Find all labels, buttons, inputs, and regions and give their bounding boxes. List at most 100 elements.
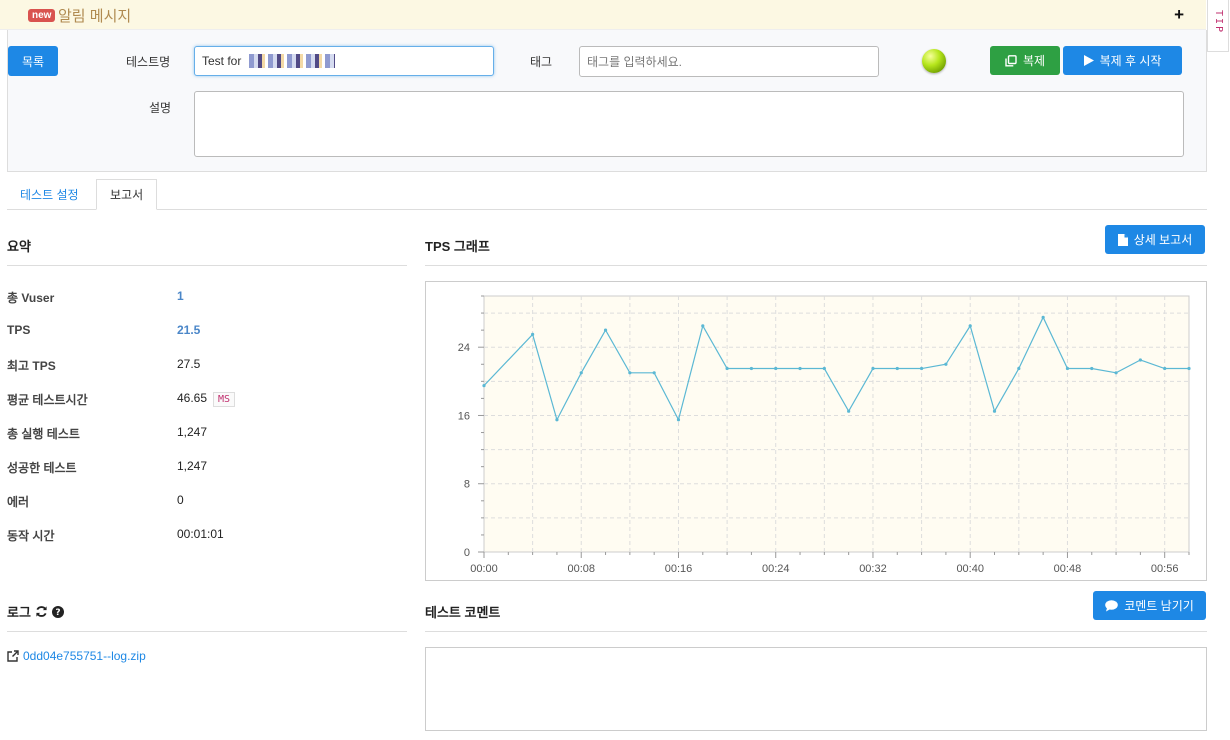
summary-value: 1,247 [177,459,208,473]
redacted-mask [249,54,336,68]
summary-key: TPS [7,323,31,337]
summary-row: 성공한 테스트 1,247 [7,459,407,479]
summary-key: 평균 테스트시간 [7,393,88,407]
comment-divider [425,631,1207,632]
summary-value[interactable]: 21.5 [177,323,200,337]
detail-report-button[interactable]: 상세 보고서 [1105,225,1205,254]
tab-report-label: 보고서 [110,188,144,202]
summary-key: 성공한 테스트 [7,461,77,475]
data-point [555,418,559,422]
y-tick-label: 24 [458,342,470,354]
data-point [749,366,754,371]
data-point [871,366,875,371]
data-point [676,418,681,422]
summary-row: 에러 0 [7,493,407,513]
summary-row: 총 Vuser 1 [7,289,407,309]
summary-key: 총 실행 테스트 [7,427,80,441]
test-name-input[interactable]: Test for [194,46,494,76]
log-title-group: 로그 ? [7,602,64,621]
data-point [1114,371,1118,375]
detail-report-label: 상세 보고서 [1133,233,1193,247]
clone-start-label: 복제 후 시작 [1099,54,1162,68]
summary-key: 에러 [7,495,30,509]
expand-icon[interactable]: + [1174,5,1184,25]
data-point [652,371,656,375]
summary-value: 27.5 [177,357,201,371]
tab-test-settings[interactable]: 테스트 설정 [7,179,92,210]
data-point [774,366,778,371]
list-button[interactable]: 목록 [8,46,58,76]
x-tick-label: 00:08 [567,563,595,575]
data-point [1041,315,1045,319]
tag-input[interactable]: 태그를 입력하세요. [579,46,879,77]
comment-icon [1105,599,1119,611]
data-point [579,371,583,375]
data-point [992,409,997,413]
x-tick-label: 00:24 [762,563,790,575]
document-icon [1117,233,1128,246]
y-tick-label: 8 [464,479,470,491]
data-point [847,409,851,413]
data-point [482,384,486,388]
data-point [1187,366,1191,371]
x-tick-label: 00:16 [665,563,693,575]
copy-icon [1005,54,1017,66]
clone-button[interactable]: 복제 [990,46,1060,75]
x-tick-label: 00:32 [859,563,887,575]
status-indicator-icon [922,49,946,73]
test-name-label: 테스트명 [126,55,171,69]
leave-comment-button[interactable]: 코멘트 남기기 [1093,591,1206,620]
summary-row: 평균 테스트시간 46.65 MS [7,391,407,411]
clone-and-start-button[interactable]: 복제 후 시작 [1063,46,1182,75]
summary-row: 총 실행 테스트 1,247 [7,425,407,445]
tab-test-settings-label: 테스트 설정 [20,188,79,202]
summary-divider [7,265,407,266]
test-info-panel: 목록 테스트명 Test for 태그 태그를 입력하세요. 복제 복제 후 시… [7,30,1207,172]
summary-key: 동작 시간 [7,529,55,543]
data-point [725,366,729,371]
play-icon [1083,55,1094,66]
summary-key: 총 Vuser [7,291,55,305]
tag-placeholder: 태그를 입력하세요. [587,55,682,69]
summary-value[interactable]: 1 [177,289,184,303]
summary-value: 00:01:01 [177,527,224,541]
description-label: 설명 [149,101,172,115]
summary-value: 1,247 [177,425,208,439]
summary-value-group: 46.65 MS [177,391,236,407]
data-point [1065,366,1070,371]
x-tick-label: 00:40 [956,563,984,575]
data-point [701,324,705,328]
data-point [822,366,826,371]
list-button-label: 목록 [21,54,45,69]
log-file-name: 0dd04e755751--log.zip [23,649,146,663]
comment-area[interactable] [425,647,1207,731]
x-tick-label: 00:00 [470,563,498,575]
summary-value: 46.65 [177,391,208,405]
test-comment-title: 테스트 코멘트 [425,605,501,620]
tab-report[interactable]: 보고서 [96,179,158,210]
tip-tab[interactable]: TIP [1207,0,1229,52]
data-point [1090,366,1094,371]
log-file-link[interactable]: 0dd04e755751--log.zip [7,649,146,663]
description-textarea[interactable] [194,91,1184,157]
y-tick-label: 16 [458,410,470,422]
notification-bar[interactable]: new 알림 메시지 + [0,0,1206,30]
summary-row: TPS 21.5 [7,323,407,343]
help-icon[interactable]: ? [51,605,64,618]
clone-button-label: 복제 [1022,54,1046,68]
notification-title[interactable]: 알림 메시지 [58,5,131,26]
tps-chart: 0 8 16 24 00:00 00:08 00:16 00:24 00:32 00:40 00:4… [425,281,1207,581]
svg-text:?: ? [55,608,60,618]
data-point [1017,366,1021,371]
unit-badge: MS [213,392,236,407]
tag-label: 태그 [530,55,553,69]
log-divider [7,631,407,632]
summary-value: 0 [177,493,184,507]
leave-comment-label: 코멘트 남기기 [1124,599,1194,613]
data-point [798,366,802,371]
data-point [628,371,632,375]
summary-row: 최고 TPS 27.5 [7,357,407,377]
x-tick-label: 00:56 [1151,563,1179,575]
refresh-icon[interactable] [35,605,48,618]
tab-bar: 테스트 설정 보고서 [7,179,1207,210]
